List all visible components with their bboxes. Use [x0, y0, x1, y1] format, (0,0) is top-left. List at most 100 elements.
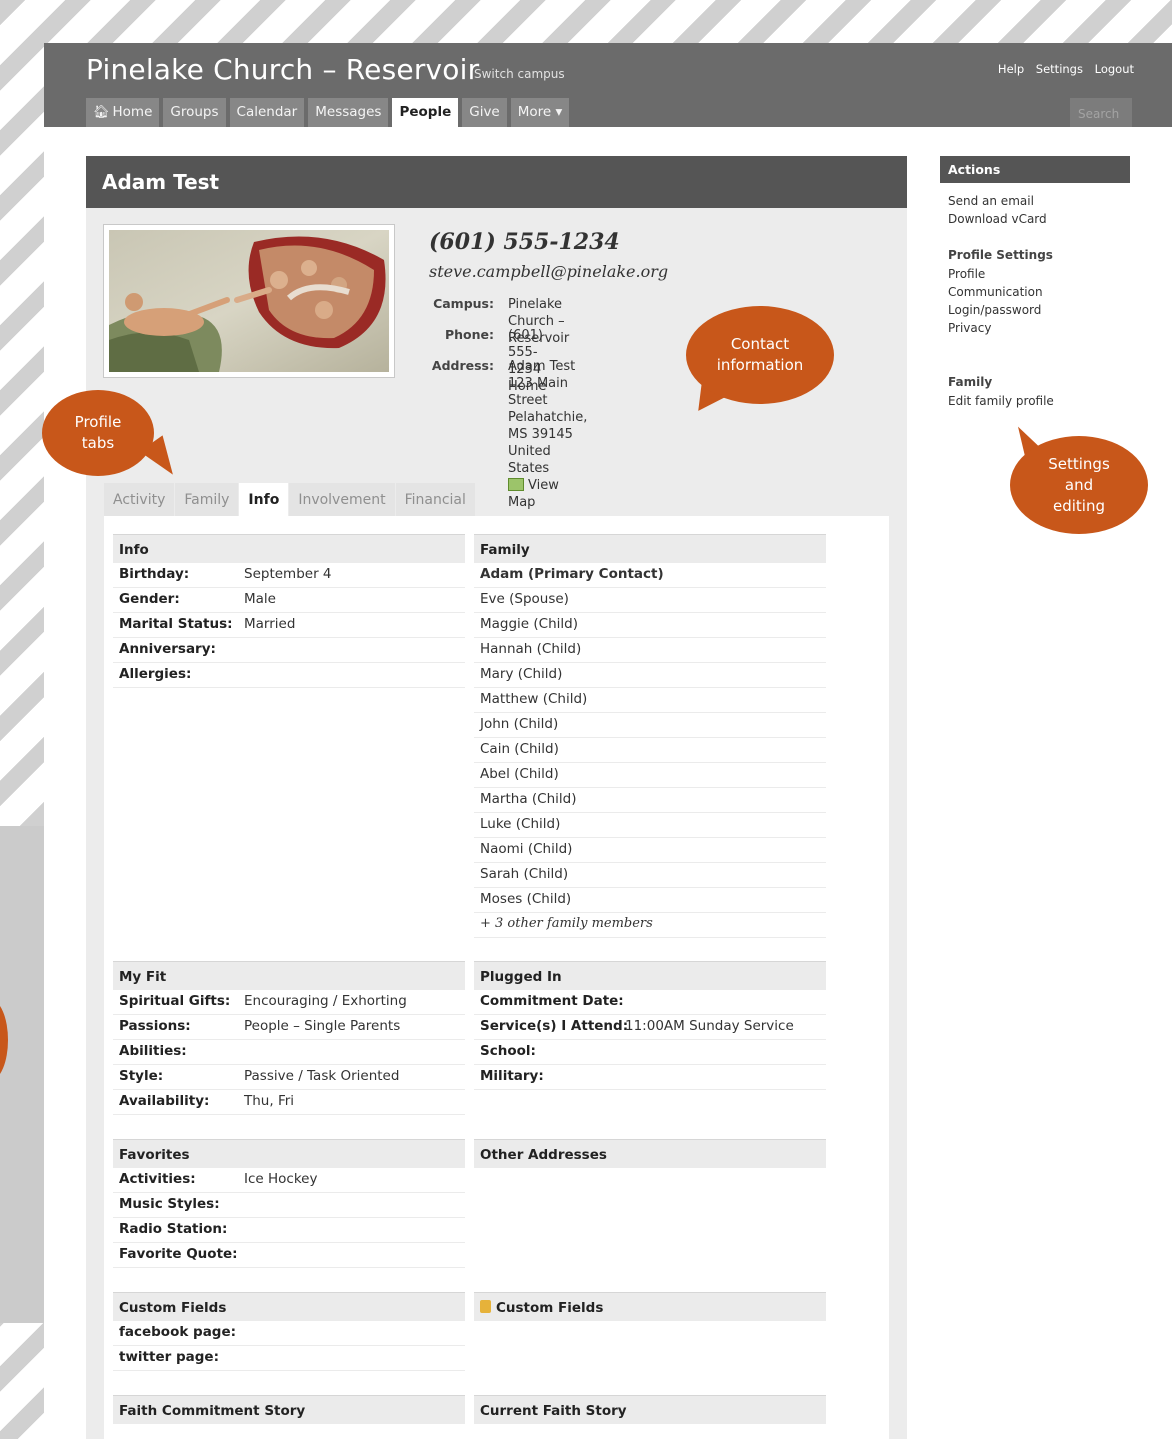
home-icon: 🏠︎ — [93, 105, 110, 120]
nav-tab-label: More ▾ — [517, 104, 563, 120]
family-member[interactable]: Moses (Child) — [474, 888, 826, 913]
detail-value: 11:00AM Sunday Service — [625, 1018, 794, 1034]
family-member[interactable]: Naomi (Child) — [474, 838, 826, 863]
tab-activity[interactable]: Activity — [104, 483, 175, 516]
my-fit-section: My Fit Spiritual Gifts: Encouraging / Exh… — [113, 961, 465, 1115]
section-title: Custom Fields — [113, 1292, 465, 1321]
nav-tab-messages[interactable]: Messages — [308, 98, 389, 127]
nav-tab-more[interactable]: More ▾ — [510, 98, 570, 127]
address-value: Adam Test 123 Main Street Pelahatchie, M… — [508, 358, 587, 511]
primary-email[interactable]: steve.campbell@pinelake.org — [429, 262, 668, 281]
section-title: Family — [474, 534, 826, 563]
detail-value: Thu, Fri — [244, 1093, 295, 1109]
detail-label: Radio Station: — [119, 1221, 228, 1237]
address-line: Adam Test — [508, 359, 576, 374]
family-member[interactable]: Hannah (Child) — [474, 638, 826, 663]
family-more[interactable]: + 3 other family members — [474, 913, 826, 938]
privacy-link[interactable]: Privacy — [948, 319, 1122, 337]
communication-link[interactable]: Communication — [948, 283, 1122, 301]
search-input[interactable] — [1070, 98, 1132, 127]
detail-label: Availability: — [119, 1093, 210, 1109]
settings-link[interactable]: Settings — [1036, 62, 1083, 76]
family-member[interactable]: Abel (Child) — [474, 763, 826, 788]
nav-tab-calendar[interactable]: Calendar — [229, 98, 305, 127]
nav-tab-label: Calendar — [236, 104, 298, 120]
detail-label: twitter page: — [119, 1349, 219, 1365]
tab-family[interactable]: Family — [175, 483, 239, 516]
section-title: Plugged In — [474, 961, 826, 990]
nav-tab-give[interactable]: Give — [462, 98, 507, 127]
top-links: Help Settings Logout — [990, 62, 1134, 76]
detail-row: twitter page: — [113, 1346, 465, 1371]
detail-row: Service(s) I Attend:11:00AM Sunday Servi… — [474, 1015, 826, 1040]
detail-row: facebook page: — [113, 1321, 465, 1346]
info-tab-panel: Info Birthday: September 4 Gender: Male Mari… — [104, 516, 889, 1439]
contact-callout: Contact information — [686, 306, 834, 404]
family-member[interactable]: Maggie (Child) — [474, 613, 826, 638]
detail-row: Music Styles: — [113, 1193, 465, 1218]
actions-title: Actions — [940, 156, 1130, 183]
family-member[interactable]: John (Child) — [474, 713, 826, 738]
custom-fields-rows: facebook page: twitter page: — [113, 1321, 465, 1371]
detail-row: School: — [474, 1040, 826, 1065]
site-header: Pinelake Church – Reservoir Switch campu… — [44, 43, 1172, 127]
help-link[interactable]: Help — [998, 62, 1024, 76]
actions-group-family: Family Edit family profile — [940, 373, 1130, 409]
info-section: Info Birthday: September 4 Gender: Male Mari… — [113, 534, 465, 688]
profile-photo[interactable] — [104, 225, 394, 377]
address-line: Pelahatchie, MS 39145 — [508, 410, 588, 442]
section-title: Current Faith Story — [474, 1395, 826, 1424]
nav-tab-people[interactable]: People — [392, 98, 459, 127]
detail-label: Allergies: — [119, 666, 192, 682]
detail-row: Gender: Male — [113, 588, 465, 613]
nav-tab-groups[interactable]: Groups — [163, 98, 226, 127]
section-title-text: Custom Fields — [496, 1300, 604, 1316]
left-side-panel — [0, 826, 44, 1323]
detail-value: Ice Hockey — [244, 1171, 318, 1187]
family-section: Family Adam (Primary Contact) Eve (Spous… — [474, 534, 826, 938]
detail-value: Passive / Task Oriented — [244, 1068, 400, 1084]
family-member[interactable]: Sarah (Child) — [474, 863, 826, 888]
address-line: 123 Main Street — [508, 376, 568, 408]
switch-campus-link[interactable]: Switch campus — [474, 67, 565, 81]
family-member[interactable]: Cain (Child) — [474, 738, 826, 763]
edit-family-profile-link[interactable]: Edit family profile — [948, 392, 1122, 410]
family-member[interactable]: Mary (Child) — [474, 663, 826, 688]
tab-info[interactable]: Info — [239, 483, 289, 516]
detail-value: Encouraging / Exhorting — [244, 993, 407, 1009]
family-member[interactable]: Luke (Child) — [474, 813, 826, 838]
profile-link[interactable]: Profile — [948, 265, 1122, 283]
detail-row: Favorite Quote: — [113, 1243, 465, 1268]
lock-icon — [480, 1300, 491, 1313]
detail-label: Military: — [480, 1068, 544, 1084]
login-password-link[interactable]: Login/password — [948, 301, 1122, 319]
send-email-link[interactable]: Send an email — [948, 192, 1122, 210]
plugged-in-section: Plugged In Commitment Date: Service(s) I … — [474, 961, 826, 1090]
tab-financial[interactable]: Financial — [395, 483, 475, 516]
family-member[interactable]: Matthew (Child) — [474, 688, 826, 713]
family-member[interactable]: Eve (Spouse) — [474, 588, 826, 613]
address-line: United States — [508, 444, 551, 476]
nav-tab-home[interactable]: 🏠︎ Home — [86, 98, 160, 127]
info-rows: Birthday: September 4 Gender: Male Marital S… — [113, 563, 465, 688]
main-nav: 🏠︎ Home Groups Calendar Messages People G… — [86, 98, 570, 127]
detail-label: Spiritual Gifts: — [119, 993, 231, 1009]
primary-phone: (601) 555-1234 — [429, 229, 620, 255]
detail-label: facebook page: — [119, 1324, 237, 1340]
detail-row: Birthday: September 4 — [113, 563, 465, 588]
settings-callout: Settings and editing — [1010, 436, 1148, 534]
actions-group-main: Send an email Download vCard — [940, 192, 1130, 228]
download-vcard-link[interactable]: Download vCard — [948, 210, 1122, 228]
family-member[interactable]: Martha (Child) — [474, 788, 826, 813]
actions-group-profile-settings: Profile Settings Profile Communication L… — [940, 246, 1130, 337]
view-map-link[interactable]: View Map — [508, 477, 587, 511]
detail-row: Radio Station: — [113, 1218, 465, 1243]
section-title: Faith Commitment Story — [113, 1395, 465, 1424]
family-primary[interactable]: Adam (Primary Contact) — [474, 563, 826, 588]
logout-link[interactable]: Logout — [1095, 62, 1134, 76]
detail-label: Gender: — [119, 591, 180, 607]
tab-involvement[interactable]: Involvement — [289, 483, 395, 516]
detail-row: Marital Status: Married — [113, 613, 465, 638]
site-title[interactable]: Pinelake Church – Reservoir — [86, 53, 479, 86]
profile-tabs: Activity Family Info Involvement Financi… — [104, 483, 476, 516]
